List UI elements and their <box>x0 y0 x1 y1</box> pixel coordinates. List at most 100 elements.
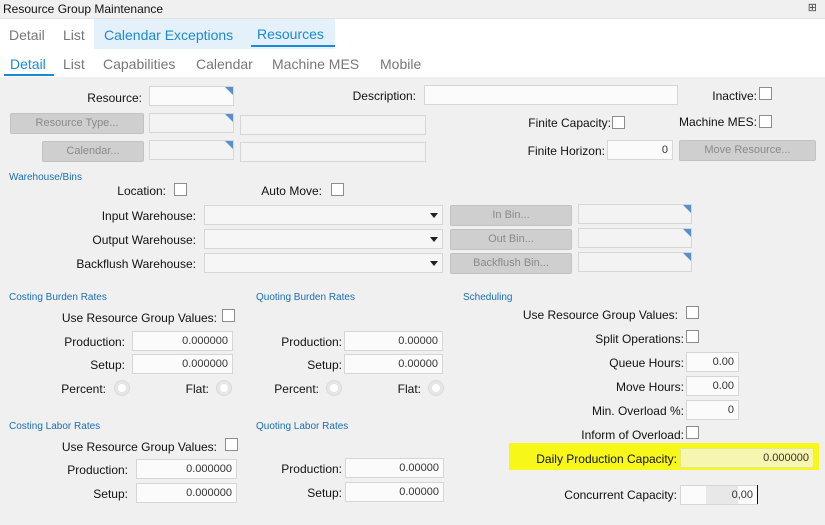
costing-burden-section-title: Costing Burden Rates <box>9 292 107 303</box>
costing-burden-production-value: 0.000000 <box>182 335 228 347</box>
quoting-labor-production-field[interactable]: 0.00000 <box>345 458 444 478</box>
costing-labor-section-title: Costing Labor Rates <box>9 421 101 432</box>
tab-capabilities[interactable]: Capabilities <box>103 56 175 72</box>
quoting-labor-setup-value: 0.00000 <box>399 486 439 498</box>
backflush-warehouse-label: Backflush Warehouse: <box>76 257 196 271</box>
concurrent-capacity-label: Concurrent Capacity: <box>564 488 677 502</box>
daily-capacity-field[interactable]: 0.000000 <box>680 448 814 468</box>
costing-burden-use-group-label: Use Resource Group Values: <box>61 311 217 325</box>
output-warehouse-select[interactable] <box>204 229 443 249</box>
lookup-corner-icon <box>683 229 691 237</box>
tab-mobile[interactable]: Mobile <box>380 56 421 72</box>
backflush-bin-field[interactable] <box>578 252 692 272</box>
min-overload-value: 0 <box>727 404 734 416</box>
costing-burden-production-label: Production: <box>64 335 125 349</box>
quoting-burden-production-label: Production: <box>281 335 342 349</box>
resource-field[interactable] <box>149 86 234 106</box>
inform-overload-checkbox[interactable] <box>686 426 699 439</box>
scheduling-section-title: Scheduling <box>463 292 513 303</box>
quoting-burden-percent-radio[interactable] <box>326 380 342 396</box>
sub-tab-bar: Detail List Capabilities Calendar Machin… <box>0 49 825 77</box>
tab-detail-top[interactable]: Detail <box>9 27 45 43</box>
quoting-labor-setup-field[interactable]: 0.00000 <box>345 482 444 502</box>
costing-burden-percent-label: Percent: <box>61 382 106 396</box>
location-checkbox[interactable] <box>174 183 187 196</box>
concurrent-capacity-value: 0,00 <box>731 489 753 501</box>
tab-resources[interactable]: Resources <box>257 26 324 42</box>
top-tab-bar: Detail List Calendar Exceptions Resource… <box>0 19 825 49</box>
resource-type-button[interactable]: Resource Type... <box>10 113 144 134</box>
output-warehouse-label: Output Warehouse: <box>92 233 196 247</box>
concurrent-capacity-field[interactable]: 0,00 <box>680 485 758 505</box>
move-resource-button[interactable]: Move Resource... <box>679 140 816 161</box>
resource-label: Resource: <box>87 91 142 105</box>
quoting-burden-flat-label: Flat: <box>397 382 421 396</box>
finite-capacity-checkbox[interactable] <box>612 116 625 129</box>
costing-burden-use-group-checkbox[interactable] <box>222 309 235 322</box>
finite-horizon-label: Finite Horizon: <box>527 144 605 158</box>
scheduling-use-group-checkbox[interactable] <box>686 306 699 319</box>
in-bin-button[interactable]: In Bin... <box>450 205 572 226</box>
location-label: Location: <box>117 184 166 198</box>
description-field[interactable] <box>424 85 678 105</box>
quoting-burden-production-field[interactable]: 0.00000 <box>344 331 443 351</box>
queue-hours-label: Queue Hours: <box>609 356 684 370</box>
min-overload-field[interactable]: 0 <box>686 400 739 420</box>
machine-mes-checkbox[interactable] <box>759 115 772 128</box>
backflush-bin-button[interactable]: Backflush Bin... <box>450 253 572 274</box>
quoting-burden-production-value: 0.00000 <box>398 335 438 347</box>
lookup-corner-icon <box>683 253 691 261</box>
tab-calendar[interactable]: Calendar <box>196 56 253 72</box>
warehouse-bins-section-title: Warehouse/Bins <box>9 172 82 183</box>
input-warehouse-select[interactable] <box>204 205 443 225</box>
costing-burden-flat-radio[interactable] <box>216 380 232 396</box>
window-title: Resource Group Maintenance <box>3 2 164 16</box>
quoting-burden-section-title: Quoting Burden Rates <box>256 292 355 303</box>
tab-resources-underline <box>251 45 335 47</box>
out-bin-field[interactable] <box>578 228 692 248</box>
quoting-burden-flat-radio[interactable] <box>428 380 444 396</box>
finite-horizon-value: 0 <box>661 144 668 156</box>
lookup-corner-icon <box>225 141 233 149</box>
tab-detail[interactable]: Detail <box>10 56 46 72</box>
quoting-labor-production-label: Production: <box>281 462 342 476</box>
split-operations-checkbox[interactable] <box>686 330 699 343</box>
move-hours-field[interactable]: 0.00 <box>686 376 739 396</box>
resource-type-field[interactable] <box>149 113 234 133</box>
out-bin-button[interactable]: Out Bin... <box>450 229 572 250</box>
tab-calendar-exceptions[interactable]: Calendar Exceptions <box>104 27 233 43</box>
chevron-down-icon <box>430 213 438 218</box>
resource-type-desc-field <box>240 115 426 135</box>
calendar-field[interactable] <box>149 140 234 160</box>
calendar-button[interactable]: Calendar... <box>42 141 144 162</box>
tab-list[interactable]: List <box>63 56 85 72</box>
costing-labor-production-label: Production: <box>67 463 128 477</box>
costing-labor-production-field[interactable]: 0.000000 <box>136 459 237 479</box>
costing-labor-use-group-label: Use Resource Group Values: <box>61 440 217 454</box>
quoting-burden-setup-field[interactable]: 0.00000 <box>344 354 443 374</box>
quoting-burden-setup-label: Setup: <box>307 358 342 372</box>
move-hours-value: 0.00 <box>712 380 734 392</box>
finite-horizon-field[interactable]: 0 <box>607 140 673 160</box>
move-hours-label: Move Hours: <box>615 380 684 394</box>
chevron-down-icon <box>430 237 438 242</box>
input-warehouse-label: Input Warehouse: <box>101 209 196 223</box>
in-bin-field[interactable] <box>578 204 692 224</box>
chevron-down-icon <box>430 261 438 266</box>
lookup-corner-icon <box>225 114 233 122</box>
auto-move-checkbox[interactable] <box>331 183 344 196</box>
costing-labor-setup-field[interactable]: 0.000000 <box>136 483 237 503</box>
backflush-warehouse-select[interactable] <box>204 253 443 273</box>
costing-labor-use-group-checkbox[interactable] <box>225 438 238 451</box>
costing-burden-percent-radio[interactable] <box>114 380 130 396</box>
costing-burden-setup-field[interactable]: 0.000000 <box>132 354 233 374</box>
costing-burden-production-field[interactable]: 0.000000 <box>132 331 233 351</box>
queue-hours-field[interactable]: 0.00 <box>686 352 739 372</box>
tab-machine-mes[interactable]: Machine MES <box>272 56 359 72</box>
inactive-checkbox[interactable] <box>759 87 772 100</box>
costing-burden-setup-value: 0.000000 <box>182 358 228 370</box>
tab-list-top[interactable]: List <box>63 27 85 43</box>
costing-burden-flat-label: Flat: <box>185 382 209 396</box>
costing-labor-setup-value: 0.000000 <box>186 487 232 499</box>
pin-icon[interactable]: ⊞ <box>808 1 817 14</box>
